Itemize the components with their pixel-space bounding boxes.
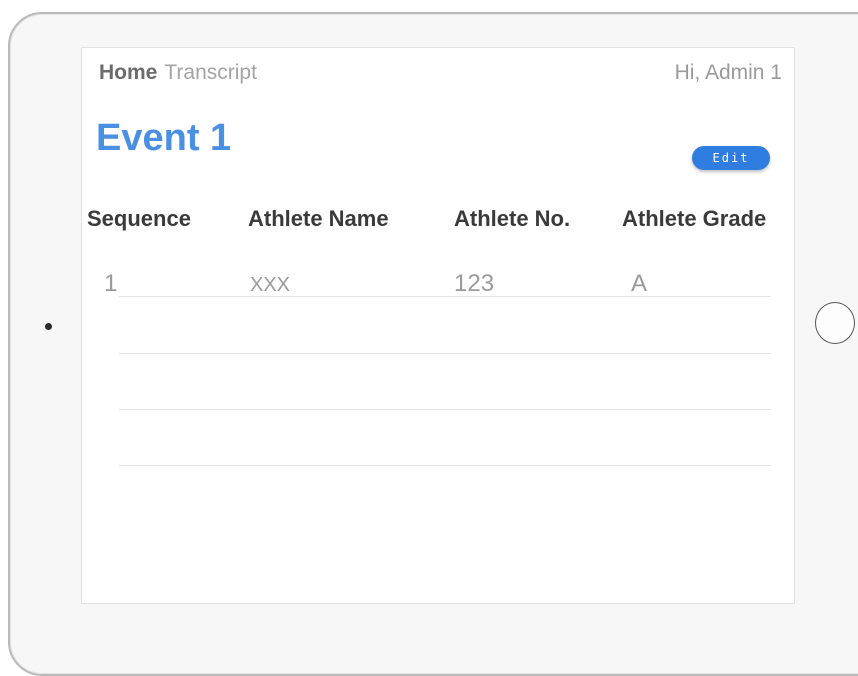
nav-transcript-link[interactable]: Transcript: [164, 61, 257, 85]
screen: Home Transcript Hi, Admin 1 Event 1 Edit…: [81, 47, 795, 604]
edit-button[interactable]: Edit: [692, 146, 770, 170]
row-divider: [119, 465, 771, 466]
row-divider: [119, 409, 771, 410]
cell-athlete-name: XXX: [250, 274, 291, 296]
nav-home-link[interactable]: Home: [99, 61, 157, 85]
page-title: Event 1: [96, 117, 232, 159]
column-header-sequence: Sequence: [87, 206, 191, 231]
column-header-athlete-name: Athlete Name: [248, 206, 389, 231]
row-divider: [119, 353, 771, 354]
column-header-athlete-grade: Athlete Grade: [622, 206, 767, 231]
user-greeting: Hi, Admin 1: [674, 61, 782, 84]
camera-dot: [45, 323, 52, 330]
cell-athlete-no: 123: [454, 270, 495, 297]
cell-athlete-grade: A: [631, 270, 648, 297]
cell-sequence: 1: [104, 270, 118, 297]
top-nav: Home Transcript: [99, 61, 257, 85]
device-home-button[interactable]: [815, 302, 855, 344]
row-divider: [119, 296, 771, 297]
column-header-athlete-no: Athlete No.: [454, 206, 571, 231]
